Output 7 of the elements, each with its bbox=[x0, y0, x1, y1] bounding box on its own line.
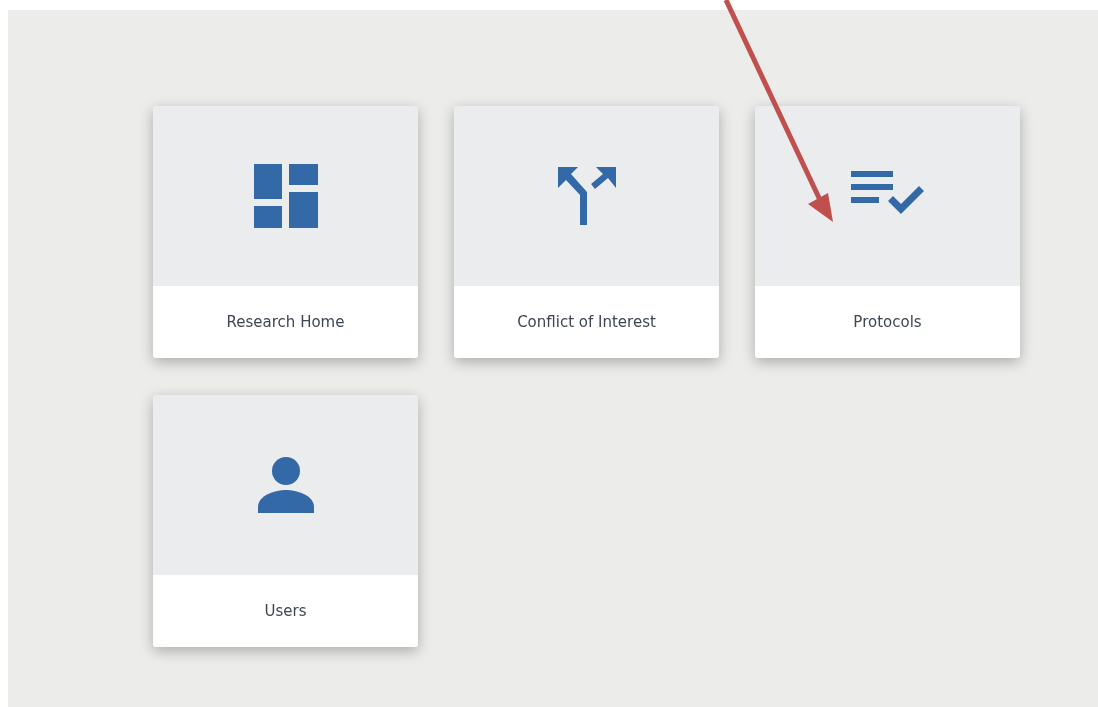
dashboard-icon bbox=[253, 164, 318, 228]
tile-label: Conflict of Interest bbox=[517, 313, 656, 331]
tile-label: Research Home bbox=[226, 313, 345, 331]
tile-label: Users bbox=[264, 602, 307, 620]
fork-arrows-icon bbox=[557, 167, 616, 225]
tile-label: Protocols bbox=[853, 313, 922, 331]
person-icon bbox=[257, 457, 314, 513]
